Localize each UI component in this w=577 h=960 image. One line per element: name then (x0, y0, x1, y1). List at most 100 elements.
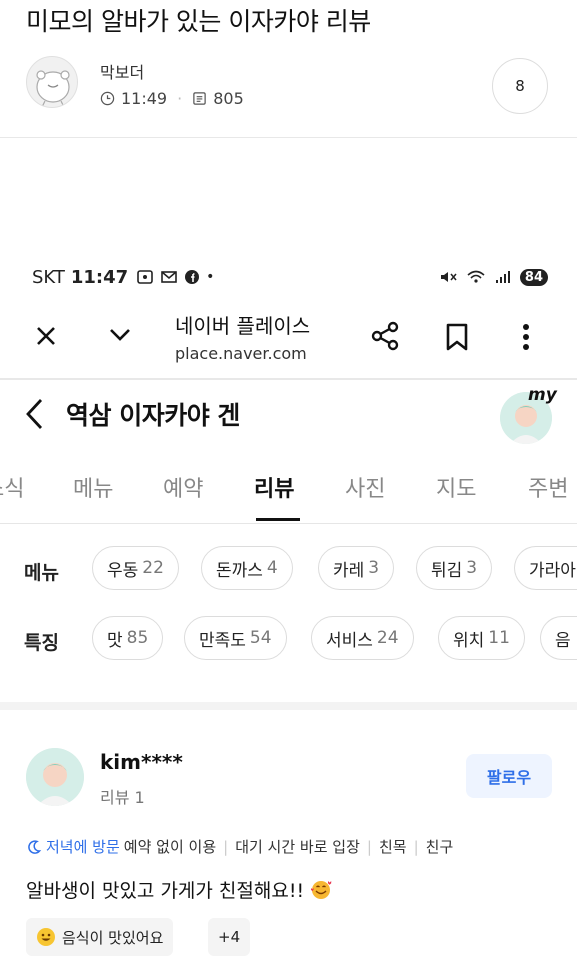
menu-chip[interactable]: 우동 22 (92, 546, 179, 590)
tag-separator: | (223, 837, 229, 856)
menu-chip[interactable]: 돈까스 4 (201, 546, 293, 590)
moon-icon (28, 839, 42, 854)
chip-count: 11 (488, 628, 510, 648)
tab-review[interactable]: 리뷰 (254, 471, 294, 503)
back-button[interactable] (22, 396, 48, 436)
follow-button[interactable]: 팔로우 (466, 754, 552, 798)
chip-count: 4 (266, 558, 278, 578)
place-name: 역삼 이자카야 겐 (66, 401, 240, 430)
views-icon (193, 92, 206, 105)
visit-tag: 친목 (378, 838, 407, 856)
feature-filter-label: 특징 (24, 632, 59, 654)
post-meta: 11:49 · 805 (100, 89, 244, 108)
tab-photo[interactable]: 사진 (345, 471, 385, 503)
more-keywords-chip[interactable]: +4 (208, 918, 251, 956)
feature-chip[interactable]: 만족도 54 (184, 616, 287, 660)
chip-name: 우동 (107, 560, 139, 581)
visit-tag: 친구 (425, 838, 454, 856)
close-icon (37, 327, 55, 345)
tab-news[interactable]: 소식 (0, 471, 24, 503)
share-icon (371, 321, 399, 351)
menu-chip[interactable]: 가라아 (514, 546, 577, 590)
reviewer-avatar[interactable] (26, 748, 84, 806)
feature-chip[interactable]: 위치 11 (438, 616, 525, 660)
keyword-chip[interactable]: 음식이 맛있어요 (26, 918, 174, 956)
chip-name: 서비스 (326, 630, 373, 651)
tag-separator: | (366, 837, 372, 856)
wifi-icon (467, 270, 485, 283)
reviewer-review-count: 리뷰 1 (100, 788, 145, 807)
post-title: 미모의 알바가 있는 이자카야 리뷰 (26, 7, 371, 36)
visit-tag: 예약 없이 이용 (123, 838, 217, 856)
bookmark-button[interactable] (445, 323, 469, 355)
more-dot-icon: • (206, 269, 215, 285)
collapse-button[interactable] (106, 320, 134, 352)
visit-info: 저녁에 방문 예약 없이 이용 | 대기 시간 바로 입장 | 친목 | 친구 (26, 836, 453, 857)
mail-icon (161, 271, 177, 283)
author-avatar[interactable] (26, 56, 78, 108)
chip-name: 위치 (453, 630, 485, 651)
tab-map[interactable]: 지도 (436, 471, 476, 503)
notification-icons: • (136, 269, 214, 285)
menu-filter-label: 메뉴 (24, 562, 59, 584)
close-button[interactable] (33, 322, 59, 357)
more-vertical-icon (523, 324, 529, 350)
feature-chip[interactable]: 맛 85 (92, 616, 164, 660)
keyword-text: 음식이 맛있어요 (62, 928, 164, 947)
visit-tag: 대기 시간 바로 입장 (235, 838, 360, 856)
review-text: 알바생이 맛있고 가게가 친절해요!! (26, 880, 305, 902)
share-button[interactable] (369, 320, 401, 356)
status-time: 11:47 (70, 266, 129, 288)
clock-icon (100, 91, 115, 106)
reviewer-name[interactable]: kim**** (100, 750, 183, 774)
chevron-down-icon (110, 329, 130, 341)
feature-chip[interactable]: 음 (540, 616, 577, 660)
chip-count: 85 (126, 628, 149, 648)
my-label: my (528, 385, 557, 405)
chip-count: 3 (368, 558, 380, 578)
signal-icon (495, 271, 510, 283)
active-tab-indicator (256, 518, 300, 521)
smiley-icon (37, 928, 55, 946)
tab-nearby[interactable]: 주변 (528, 471, 568, 503)
chip-name: 만족도 (199, 630, 246, 651)
visit-time: 저녁에 방문 (46, 838, 120, 856)
feature-chip[interactable]: 서비스 24 (311, 616, 414, 660)
browser-url[interactable]: place.naver.com (175, 344, 307, 363)
chip-name: 가라아 (529, 560, 576, 581)
browser-title: 네이버 플레이스 (175, 314, 311, 338)
chip-name: 튀김 (431, 560, 463, 581)
section-divider (0, 702, 577, 710)
author-name[interactable]: 막보더 (100, 59, 144, 83)
bookmark-icon (446, 323, 468, 351)
divider (0, 378, 577, 380)
meta-separator: · (177, 89, 183, 108)
smiling-face-with-hearts-icon (311, 881, 332, 899)
chip-count: 3 (466, 558, 478, 578)
comment-count-button[interactable]: 8 (492, 58, 548, 114)
divider (0, 137, 577, 138)
status-right: 84 (438, 268, 548, 286)
tab-menu[interactable]: 메뉴 (73, 471, 113, 503)
chip-count: 24 (376, 628, 399, 648)
post-views: 805 (213, 89, 244, 108)
chip-count: 22 (142, 558, 164, 578)
chip-name: 카레 (333, 560, 365, 581)
review-body[interactable]: 알바생이 맛있고 가게가 친절해요!! (26, 876, 332, 903)
status-bar: SKT 11:47 • 84 (32, 262, 548, 292)
screenshot-icon (137, 270, 153, 284)
tag-separator: | (413, 837, 419, 856)
tab-reservation[interactable]: 예약 (163, 471, 203, 503)
battery-level: 84 (519, 268, 548, 286)
divider (0, 523, 577, 524)
post-time: 11:49 (121, 89, 168, 108)
more-menu-button[interactable] (520, 322, 532, 356)
mute-icon (440, 272, 457, 282)
menu-chip[interactable]: 튀김 3 (416, 546, 493, 590)
chevron-left-icon (26, 399, 43, 429)
ghost-avatar-icon (36, 70, 70, 107)
chip-name: 돈까스 (216, 560, 263, 581)
chip-name: 맛 (107, 630, 123, 651)
menu-chip[interactable]: 카레 3 (318, 546, 395, 590)
carrier: SKT (32, 266, 65, 288)
